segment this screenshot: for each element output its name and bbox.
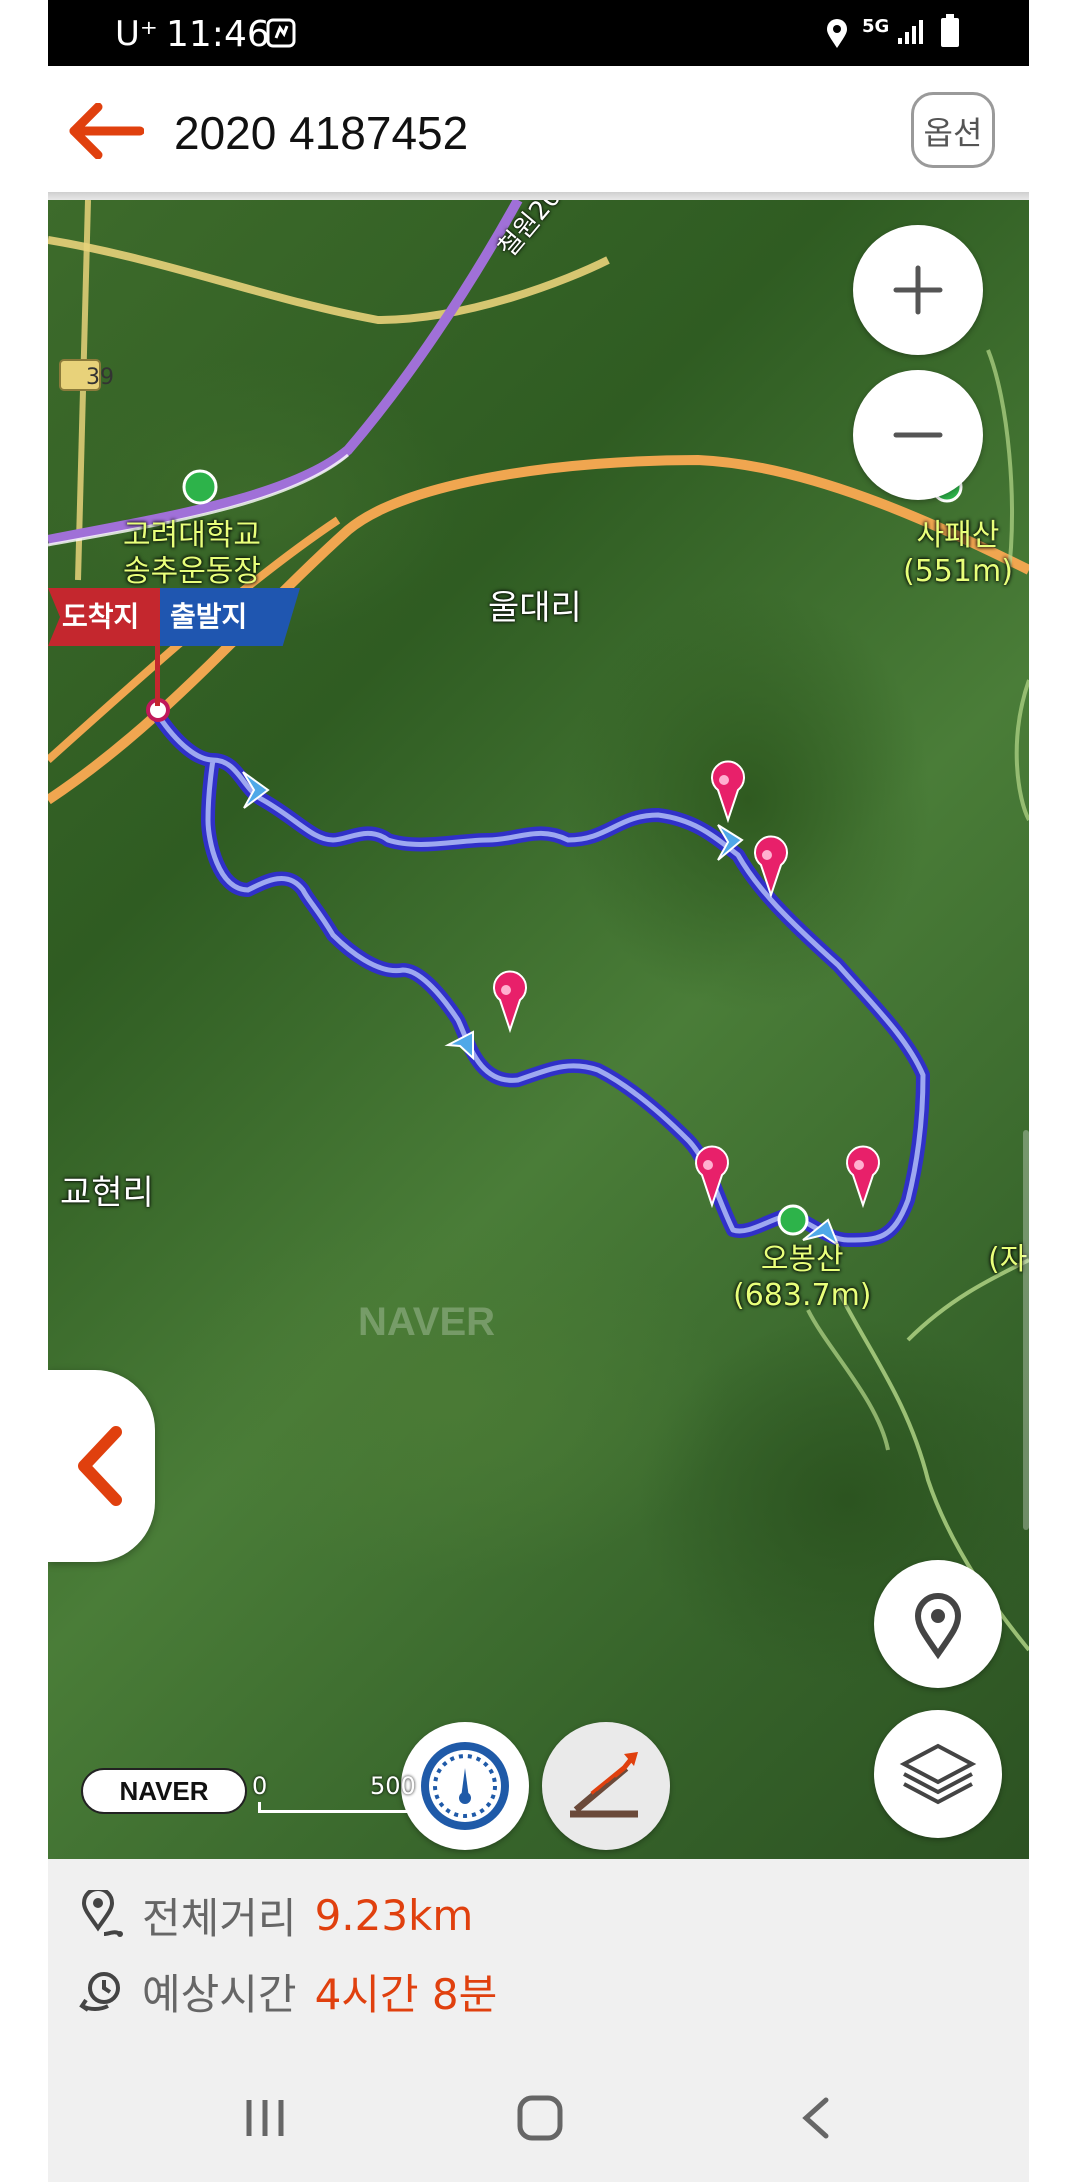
poi-obong-label: 오봉산 (683.7m) xyxy=(733,1242,872,1313)
clock: 11:46 xyxy=(166,14,270,55)
speedometer-icon xyxy=(421,1742,509,1830)
back-icon xyxy=(802,2097,829,2139)
time-value: 4시간 8분 xyxy=(314,1969,498,2019)
home-button[interactable] xyxy=(516,2094,564,2146)
collapse-panel-button[interactable] xyxy=(48,1370,155,1562)
chevron-left-icon xyxy=(78,1426,122,1506)
poi-korea-univ[interactable]: 고려대학교 송추운동장 xyxy=(123,518,261,590)
gps-icon xyxy=(824,18,850,54)
arrival-flag-label: 도착지 xyxy=(62,600,140,633)
battery-icon xyxy=(940,14,960,52)
poi-sapae[interactable]: 사패산 (551m) xyxy=(903,518,1013,590)
scale-bar xyxy=(258,1802,414,1813)
distance-row: 전체거리 9.23km xyxy=(78,1885,473,1945)
estimated-time-icon xyxy=(79,1972,120,2012)
place-uldae: 울대리 xyxy=(488,588,582,628)
app-frame: U⁺ 11:46 5G 2020 4187452 옵션 39 고려대학교 송추운… xyxy=(48,0,1029,2182)
naver-logo: NAVER xyxy=(81,1768,247,1814)
elevation-button[interactable] xyxy=(542,1722,670,1850)
time-row: 예상시간 4시간 8분 xyxy=(78,1961,497,2021)
home-icon xyxy=(517,2095,563,2141)
app-header: 2020 4187452 옵션 xyxy=(48,66,1029,194)
system-back-button[interactable] xyxy=(798,2096,832,2144)
scrollbar[interactable] xyxy=(1023,1130,1029,1530)
poi-edge: (자 xyxy=(988,1242,1027,1278)
time-label: 예상시간 xyxy=(142,1969,297,2019)
poi-sapae-label: 사패산 (551m) xyxy=(903,518,1013,589)
header-divider xyxy=(48,192,1029,200)
map-watermark: NAVER xyxy=(358,1300,496,1344)
minus-icon xyxy=(893,432,943,438)
layers-icon xyxy=(899,1743,977,1805)
system-nav-bar xyxy=(48,2051,1029,2182)
scale-start: 0 xyxy=(252,1772,268,1800)
place-gyohyeon: 교현리 xyxy=(60,1173,154,1213)
arrival-flag: 도착지 xyxy=(48,588,168,646)
network-type-icon: 5G xyxy=(862,16,890,37)
poi-korea-univ-label: 고려대학교 송추운동장 xyxy=(123,518,261,589)
departure-flag: 출발지 xyxy=(156,588,300,646)
my-location-button[interactable] xyxy=(874,1560,1002,1688)
plus-icon xyxy=(893,265,943,315)
distance-label: 전체거리 xyxy=(142,1893,297,1943)
departure-flag-label: 출발지 xyxy=(170,600,248,633)
zoom-out-button[interactable] xyxy=(853,370,983,500)
recent-apps-icon xyxy=(246,2100,284,2136)
distance-value: 9.23km xyxy=(314,1890,474,1940)
poi-edge-label: (자 xyxy=(988,1242,1028,1277)
page-title: 2020 4187452 xyxy=(174,107,469,159)
location-pin-icon xyxy=(914,1593,962,1660)
back-button[interactable] xyxy=(68,102,145,160)
status-bar: U⁺ 11:46 5G xyxy=(48,0,1029,66)
zoom-in-button[interactable] xyxy=(853,225,983,355)
map-view[interactable]: 39 철원200km코스 고려대학교 송추운동장 사패산 (551m) 오봉산 … xyxy=(48,200,1029,1859)
recent-apps-button[interactable] xyxy=(243,2096,287,2144)
route-info-panel: 전체거리 9.23km 예상시간 4시간 8분 xyxy=(48,1859,1029,2051)
flag-pole xyxy=(155,588,160,706)
poi-obong[interactable]: 오봉산 (683.7m) xyxy=(733,1242,872,1314)
route-distance-icon xyxy=(81,1890,123,1937)
arrow-left-icon xyxy=(69,102,145,160)
road-shield: 39 xyxy=(86,365,114,390)
elevation-icon xyxy=(570,1752,638,1818)
speed-button[interactable] xyxy=(401,1722,529,1850)
option-button[interactable]: 옵션 xyxy=(911,92,995,168)
scale-end: 500 xyxy=(370,1772,416,1800)
signal-icon xyxy=(896,18,926,50)
map-layers-button[interactable] xyxy=(874,1710,1002,1838)
notification-icon xyxy=(266,18,296,52)
carrier-label: U⁺ xyxy=(115,14,158,54)
